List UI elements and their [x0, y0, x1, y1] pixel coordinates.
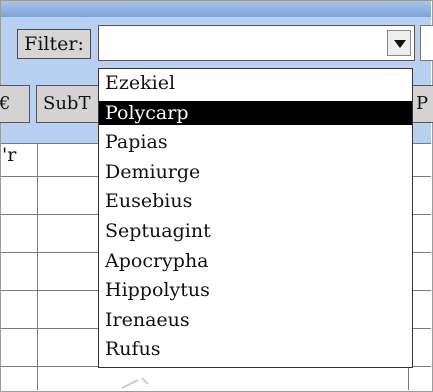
- title-strip: [1, 1, 431, 17]
- filter-dropdown-list: Ezekiel Polycarp Papias Demiurge Eusebius Sep…: [98, 68, 413, 368]
- column-header-right[interactable]: P: [412, 85, 433, 123]
- filter-dropdown[interactable]: [98, 25, 415, 61]
- column-header-left[interactable]: €: [0, 85, 30, 123]
- dropdown-option[interactable]: Septuagint: [99, 219, 412, 243]
- toolbar-edge-button[interactable]: [420, 25, 433, 61]
- dropdown-option[interactable]: Apocrypha: [99, 249, 412, 273]
- dropdown-option[interactable]: Hippolytus: [99, 278, 412, 302]
- dropdown-option[interactable]: Eusebius: [99, 189, 412, 213]
- dropdown-option[interactable]: Irenaeus: [99, 308, 412, 332]
- dropdown-option[interactable]: Papias: [99, 130, 412, 154]
- chevron-down-icon[interactable]: [387, 30, 411, 56]
- edit-icon: [121, 377, 149, 389]
- grid-cell-text: 'r: [2, 144, 17, 166]
- column-header-subtitle[interactable]: SubT: [36, 85, 106, 123]
- dropdown-option[interactable]: Ezekiel: [99, 71, 412, 95]
- dropdown-option[interactable]: Polycarp: [99, 100, 412, 125]
- dropdown-option[interactable]: Rufus: [99, 337, 412, 361]
- grid-column-divider: [37, 143, 38, 390]
- dropdown-option[interactable]: Demiurge: [99, 160, 412, 184]
- filter-label: Filter:: [17, 29, 91, 59]
